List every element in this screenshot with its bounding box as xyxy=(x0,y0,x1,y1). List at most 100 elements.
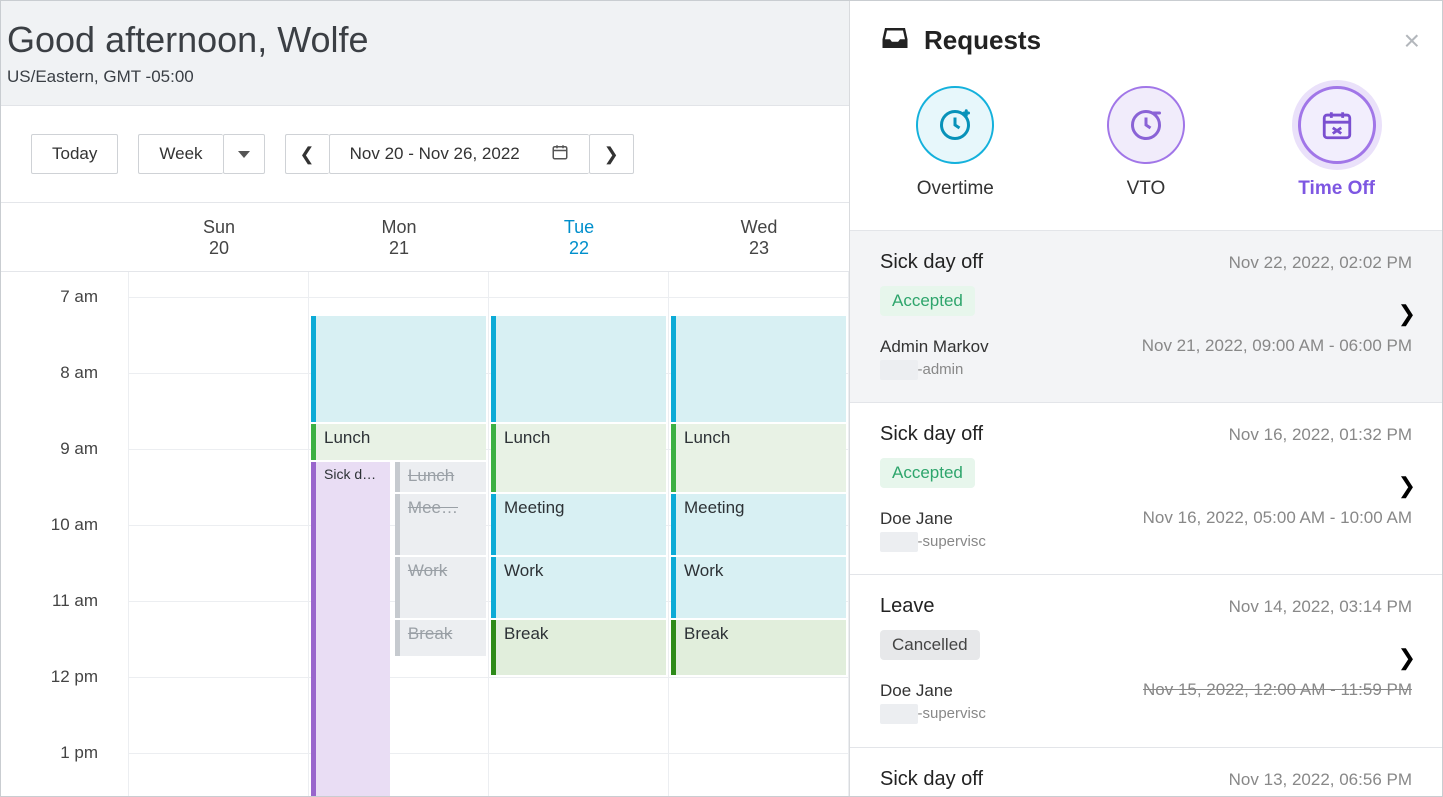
calendar-event[interactable]: Break xyxy=(671,620,846,675)
requests-panel: Requests × Overtime VTO Time Off Sick da… xyxy=(849,1,1442,796)
day-head: Mon21 xyxy=(309,203,489,271)
inbox-icon xyxy=(880,23,910,58)
hour-label: 12 pm xyxy=(51,667,98,687)
calendar-event[interactable]: Meeting xyxy=(491,494,666,555)
day-of-week: Tue xyxy=(489,217,669,238)
day-number: 21 xyxy=(309,238,489,259)
request-title: Leave xyxy=(880,595,935,618)
calendar-grid: 7 am8 am9 am10 am11 am12 pm1 pm LunchSic… xyxy=(1,272,849,796)
calendar-event[interactable]: Work xyxy=(491,557,666,618)
request-title: Sick day off xyxy=(880,251,983,274)
chevron-right-icon: ❯ xyxy=(604,144,619,165)
hour-label: 11 am xyxy=(52,591,98,611)
calendar-event[interactable]: Work xyxy=(671,557,846,618)
panel-header: Requests × xyxy=(850,1,1442,68)
day-number: 23 xyxy=(669,238,849,259)
day-head: Sun20 xyxy=(129,203,309,271)
calendar-icon xyxy=(551,143,569,166)
day-number: 22 xyxy=(489,238,669,259)
calendar-day-header: Sun20Mon21Tue22Wed23 xyxy=(1,203,849,272)
prev-button[interactable]: ❮ xyxy=(285,134,329,174)
date-range-picker: ❮ Nov 20 - Nov 26, 2022 ❯ xyxy=(285,134,634,174)
chevron-right-icon: ❯ xyxy=(1398,473,1416,499)
panel-title: Requests xyxy=(924,25,1404,56)
request-title: Sick day off xyxy=(880,768,983,791)
calendar-column[interactable]: LunchMeetingWorkBreak xyxy=(489,272,669,796)
request-item[interactable]: Sick day off Nov 16, 2022, 01:32 PM Accept… xyxy=(850,403,1442,575)
calendar-event[interactable]: Break xyxy=(395,620,486,656)
chevron-right-icon: ❯ xyxy=(1398,645,1416,671)
status-badge: Cancelled xyxy=(880,630,980,660)
calendar-columns: LunchSick da…LunchMee…WorkBreakLunchMeet… xyxy=(129,272,849,796)
today-button[interactable]: Today xyxy=(31,134,118,174)
next-button[interactable]: ❯ xyxy=(589,134,634,174)
tab-timeoff[interactable]: Time Off xyxy=(1298,86,1376,200)
calendar-event[interactable]: Meeting xyxy=(671,494,846,555)
calendar-event[interactable]: Lunch xyxy=(491,424,666,492)
calendar-event[interactable] xyxy=(491,316,666,422)
close-icon[interactable]: × xyxy=(1404,25,1420,57)
tab-timeoff-label: Time Off xyxy=(1298,178,1376,200)
status-badge: Accepted xyxy=(880,458,975,488)
chevron-left-icon: ❮ xyxy=(300,144,315,165)
caret-down-icon xyxy=(238,151,250,158)
hour-label: 7 am xyxy=(60,287,98,307)
calendar-column[interactable]: LunchSick da…LunchMee…WorkBreak xyxy=(309,272,489,796)
hour-gutter: 7 am 8 am 9 am 10 am 11 am 12 pm 1 pm xyxy=(1,272,129,796)
request-item[interactable]: Leave Nov 14, 2022, 03:14 PM Cancelled ❯ Doe… xyxy=(850,575,1442,747)
calendar-event[interactable]: Sick da… xyxy=(311,462,390,796)
day-head: Tue22 xyxy=(489,203,669,271)
request-list[interactable]: Sick day offNov 22, 2022, 02:02 PMAccept… xyxy=(850,231,1442,796)
request-timestamp: Nov 16, 2022, 01:32 PM xyxy=(1229,425,1412,445)
tab-overtime[interactable]: Overtime xyxy=(916,86,994,200)
calendar-column[interactable] xyxy=(129,272,309,796)
request-title: Sick day off xyxy=(880,423,983,446)
request-item[interactable]: Sick day off Nov 13, 2022, 06:56 PM xyxy=(850,748,1442,796)
request-person: Doe Janexxxxx-supervisc xyxy=(880,508,986,552)
date-range-button[interactable]: Nov 20 - Nov 26, 2022 xyxy=(329,134,589,174)
calendar: Sun20Mon21Tue22Wed23 7 am 8 am 9 am 10 am 11… xyxy=(1,203,849,796)
hour-label: 8 am xyxy=(60,363,98,383)
calendar-event[interactable]: Lunch xyxy=(671,424,846,492)
tab-vto-label: VTO xyxy=(1107,178,1185,200)
vto-icon xyxy=(1107,86,1185,164)
day-of-week: Sun xyxy=(129,217,309,238)
view-dropdown-button[interactable] xyxy=(223,134,265,174)
request-item[interactable]: Sick day offNov 22, 2022, 02:02 PMAccept… xyxy=(850,231,1442,403)
request-when: Nov 15, 2022, 12:00 AM - 11:59 PM xyxy=(1143,680,1412,700)
greeting: Good afternoon, Wolfe xyxy=(7,19,843,61)
calendar-event[interactable]: Lunch xyxy=(311,424,486,460)
calendar-event[interactable]: Mee… xyxy=(395,494,486,555)
main-pane: Good afternoon, Wolfe US/Eastern, GMT -0… xyxy=(1,1,849,796)
hour-gutter-head xyxy=(1,203,129,271)
request-when: Nov 21, 2022, 09:00 AM - 06:00 PM xyxy=(1142,336,1412,356)
hour-label: 1 pm xyxy=(60,743,98,763)
day-of-week: Wed xyxy=(669,217,849,238)
page-header: Good afternoon, Wolfe US/Eastern, GMT -0… xyxy=(1,1,849,106)
tab-overtime-label: Overtime xyxy=(916,178,994,200)
calendar-event[interactable] xyxy=(311,316,486,422)
view-picker: Week xyxy=(138,134,264,174)
tab-vto[interactable]: VTO xyxy=(1107,86,1185,200)
request-timestamp: Nov 13, 2022, 06:56 PM xyxy=(1229,770,1412,790)
request-when: Nov 16, 2022, 05:00 AM - 10:00 AM xyxy=(1143,508,1412,528)
overtime-icon xyxy=(916,86,994,164)
day-number: 20 xyxy=(129,238,309,259)
calendar-event[interactable] xyxy=(671,316,846,422)
calendar-event[interactable]: Break xyxy=(491,620,666,675)
hour-label: 9 am xyxy=(60,439,98,459)
day-head: Wed23 xyxy=(669,203,849,271)
calendar-event[interactable]: Work xyxy=(395,557,486,618)
calendar-event[interactable]: Lunch xyxy=(395,462,486,492)
request-person: Doe Janexxxxx-supervisc xyxy=(880,680,986,724)
status-badge: Accepted xyxy=(880,286,975,316)
request-person: Admin Markovxxxxx-admin xyxy=(880,336,989,380)
calendar-column[interactable]: LunchMeetingWorkBreak xyxy=(669,272,849,796)
view-label[interactable]: Week xyxy=(138,134,222,174)
hour-label: 10 am xyxy=(51,515,98,535)
calendar-toolbar: Today Week ❮ Nov 20 - Nov 26, 2022 ❯ xyxy=(1,106,849,203)
chevron-right-icon: ❯ xyxy=(1398,301,1416,327)
request-timestamp: Nov 14, 2022, 03:14 PM xyxy=(1229,597,1412,617)
timeoff-icon xyxy=(1298,86,1376,164)
timezone: US/Eastern, GMT -05:00 xyxy=(7,67,843,87)
